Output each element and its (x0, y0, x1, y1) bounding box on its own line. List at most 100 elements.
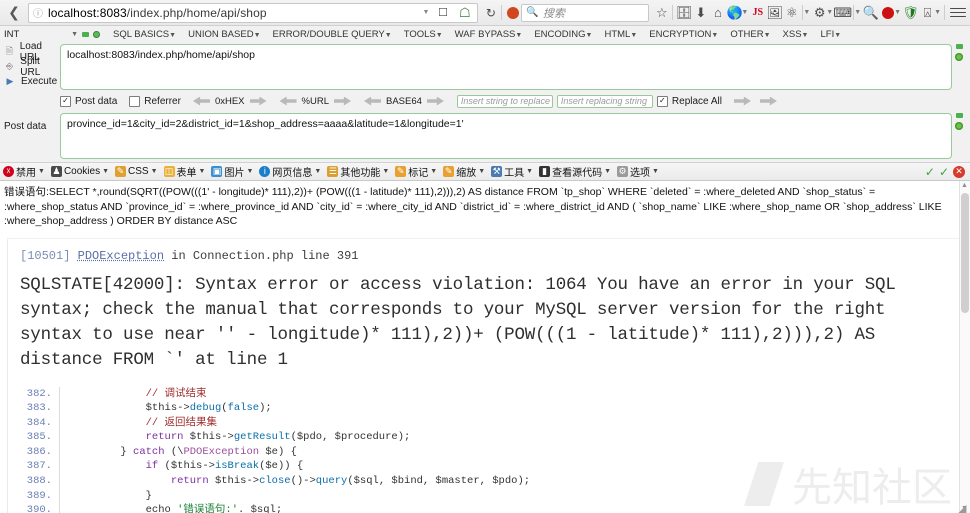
url-input[interactable] (60, 44, 952, 90)
hackbar-menu-html[interactable]: HTML▼ (598, 29, 643, 40)
chevron-down-icon[interactable]: ▼ (826, 9, 833, 16)
web-developer-toolbar: ☓ 禁用▼ ♟ Cookies▼ ✎ CSS▼ ◫ 表单▼ ▣ 图片▼ i 网页… (0, 163, 970, 181)
page-scrollbar[interactable]: ▲ ▼ (959, 181, 970, 513)
devbar-item-outline[interactable]: ✎ 标记▼ (395, 164, 437, 179)
scroll-up-icon[interactable]: ▲ (961, 182, 968, 189)
chevron-down-icon[interactable]: ▼ (934, 9, 941, 16)
hackbar-menu-lfi[interactable]: LFI▼ (814, 29, 847, 40)
hex-encoder[interactable]: 0xHEX (193, 96, 267, 107)
hackbar-menu-encoding[interactable]: ENCODING▼ (528, 29, 598, 40)
menu-label: TOOLS (404, 29, 436, 40)
split-url-button[interactable]: ⎆ Split URL (4, 59, 60, 74)
hackbar-marker-dot[interactable] (93, 31, 100, 38)
decode-arrow-icon[interactable] (280, 97, 297, 106)
clipboard-icon[interactable]: 🗄 (675, 3, 692, 23)
chevron-down-icon[interactable]: ▼ (894, 9, 901, 16)
error-icon[interactable]: ✕ (953, 166, 965, 178)
chevron-down-icon[interactable]: ▼ (741, 9, 748, 16)
outline-icon: ✎ (395, 166, 406, 177)
resize-grip-icon[interactable]: ◢ (958, 502, 968, 512)
check-icon[interactable]: ✓ (925, 165, 935, 179)
address-bar-actions: ▼ ☐ ☖ (416, 3, 473, 23)
view-source-icon: ▮ (539, 166, 550, 177)
home-bookmark-icon[interactable]: ☖ (456, 3, 473, 23)
exception-name[interactable]: PDOException (78, 249, 164, 263)
zoom-icon[interactable]: 🔍 (862, 3, 879, 23)
encode-arrow-icon[interactable] (250, 97, 267, 106)
hackbar-menu-union-based[interactable]: UNION BASED▼ (182, 29, 266, 40)
reload-button[interactable]: ↻ (482, 3, 499, 23)
devbar-item-tools[interactable]: ⚒ 工具▼ (491, 164, 533, 179)
devbar-item-css[interactable]: ✎ CSS▼ (115, 166, 158, 177)
referrer-checkbox[interactable]: Referrer (129, 96, 181, 107)
menu-label: XSS (783, 29, 802, 40)
code-line: 387. if ($this->isBreak($e)) { (20, 459, 950, 474)
devbar-item-cookies[interactable]: ♟ Cookies▼ (51, 166, 109, 177)
marker-dot-icon[interactable] (955, 122, 963, 130)
misc-icon: ☰ (327, 166, 338, 177)
hackbar-menu-tools[interactable]: TOOLS▼ (398, 29, 449, 40)
marker-dot-icon[interactable] (955, 53, 963, 61)
shield-icon[interactable]: 🛡 (902, 3, 919, 23)
replace-apply-arrow-icon-2[interactable] (760, 97, 777, 106)
code-line-number: 390. (20, 503, 60, 513)
devbar-item-images[interactable]: ▣ 图片▼ (211, 164, 253, 179)
replace-apply-arrow-icon[interactable] (734, 97, 751, 106)
proxy-icon[interactable]: ⌨ (834, 3, 851, 23)
tools-icon: ⚒ (491, 166, 502, 177)
hackbar-type-select[interactable]: INT ▼ (4, 29, 82, 40)
star-icon[interactable]: ☆ (653, 3, 670, 23)
hackbar-menu-error-double-query[interactable]: ERROR/DOUBLE QUERY▼ (267, 29, 398, 40)
devbar-item-misc[interactable]: ☰ 其他功能▼ (327, 164, 389, 179)
download-icon[interactable]: ⬇ (692, 3, 709, 23)
url-encoder[interactable]: %URL (280, 96, 351, 107)
replace-to-input[interactable]: Insert replacing string (557, 95, 653, 108)
devbar-item-resize[interactable]: ✎ 缩放▼ (443, 164, 485, 179)
back-arrow-icon[interactable]: ❮ (4, 3, 24, 23)
hackbar-menu-encryption[interactable]: ENCRYPTION▼ (643, 29, 724, 40)
check-icon[interactable]: ✓ (939, 165, 949, 179)
adblock-icon[interactable] (504, 3, 521, 23)
base64-encoder[interactable]: BASE64 (364, 96, 444, 107)
replace-all-checkbox[interactable]: ✓ Replace All (657, 96, 722, 107)
js-icon[interactable]: JS (749, 3, 766, 23)
replace-from-input[interactable]: Insert string to replace (457, 95, 553, 108)
page-info-icon[interactable]: ⓘ (33, 5, 43, 20)
chevron-down-icon[interactable]: ▼ (854, 9, 861, 16)
scrollbar-thumb[interactable] (961, 193, 969, 313)
menu-icon[interactable] (950, 8, 966, 18)
decode-arrow-icon[interactable] (364, 97, 381, 106)
hackbar-menu-xss[interactable]: XSS▼ (777, 29, 815, 40)
post-data-input[interactable] (60, 113, 952, 159)
hackbar-menu-other[interactable]: OTHER▼ (724, 29, 776, 40)
echo-prefix: 错误语句: (4, 186, 49, 198)
devbar-item-page-info[interactable]: i 网页信息▼ (259, 164, 321, 179)
post-data-checkbox[interactable]: ✓ Post data (60, 96, 117, 107)
chevron-down-icon[interactable]: ▼ (803, 9, 810, 16)
chevron-down-icon[interactable]: ▼ (422, 9, 429, 16)
hackbar-menu-sql-basics[interactable]: SQL BASICS▼ (107, 29, 182, 40)
execute-button[interactable]: ▶ Execute (4, 74, 60, 89)
palette-icon[interactable]: ⚛ (783, 3, 800, 23)
code-line: 386. } catch (\PDOException $e) { (20, 445, 950, 460)
devbar-item-options[interactable]: ⚙ 选项▼ (617, 164, 659, 179)
code-line-source: return $this->getResult($pdo, $procedure… (60, 430, 410, 445)
encode-arrow-icon[interactable] (334, 97, 351, 106)
code-line: 390. echo '错误语句:'. $sql; (20, 503, 950, 513)
decode-arrow-icon[interactable] (193, 97, 210, 106)
address-bar[interactable]: ⓘ localhost:8083/index.php/home/api/shop… (28, 3, 478, 23)
devbar-item-forms[interactable]: ◫ 表单▼ (164, 164, 206, 179)
checkbox-box: ✓ (60, 96, 71, 107)
encode-arrow-icon[interactable] (427, 97, 444, 106)
image-icon[interactable]: 🖼 (766, 3, 783, 23)
devbar-item-view-source[interactable]: ▮ 查看源代码▼ (539, 164, 611, 179)
home-icon[interactable]: ⌂ (709, 3, 726, 23)
hackbar-options-row: ✓ Post data Referrer 0xHEX %URL (60, 93, 966, 109)
devbar-item-disable[interactable]: ☓ 禁用▼ (3, 164, 45, 179)
hackbar-menu-waf-bypass[interactable]: WAF BYPASS▼ (449, 29, 529, 40)
search-input[interactable]: 🔍 搜索 (521, 4, 649, 22)
reader-view-icon[interactable]: ☐ (434, 3, 451, 23)
marker-square-icon (956, 44, 963, 49)
echoed-sql-statement: 错误语句:SELECT *,round(SQRT((POW(((1' - lon… (0, 181, 970, 233)
search-icon: 🔍 (526, 7, 538, 18)
